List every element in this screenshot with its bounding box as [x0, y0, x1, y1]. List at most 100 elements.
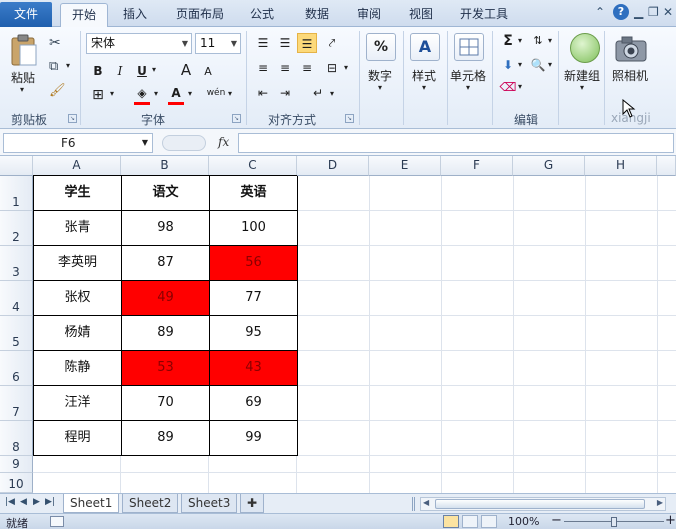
row-header-9[interactable]: 9	[0, 456, 33, 473]
fill-color-icon[interactable]: ◈	[132, 83, 152, 105]
column-header-i[interactable]	[657, 156, 676, 176]
fill-color-dropdown-icon[interactable]: ▾	[154, 89, 158, 98]
paste-dropdown-icon[interactable]: ▾	[20, 85, 24, 94]
row-header-2[interactable]: 2	[0, 211, 33, 246]
table-cell-highlighted[interactable]: 49	[122, 281, 210, 316]
brush-icon[interactable]: 🖌	[49, 83, 66, 98]
table-cell-highlighted[interactable]: 53	[122, 351, 210, 386]
table-header-cell[interactable]: 学生	[34, 176, 122, 211]
next-sheet-icon[interactable]: ▶	[33, 497, 40, 507]
table-cell[interactable]: 77	[210, 281, 298, 316]
bold-button[interactable]: B	[88, 61, 108, 81]
zoom-in-icon[interactable]: +	[665, 513, 676, 528]
column-header-e[interactable]: E	[369, 156, 441, 176]
scroll-left-icon[interactable]: ◀	[423, 498, 429, 507]
table-cell[interactable]: 程明	[34, 421, 122, 456]
row-header-7[interactable]: 7	[0, 386, 33, 421]
row-header-10[interactable]: 10	[0, 473, 33, 493]
align-top-icon[interactable]: ☰	[253, 33, 273, 53]
restore-icon[interactable]: ❐	[648, 5, 659, 19]
wrap-text-icon[interactable]: ↵	[308, 83, 328, 103]
row-header-8[interactable]: 8	[0, 421, 33, 456]
table-cell[interactable]: 98	[122, 211, 210, 246]
tab-page-layout[interactable]: 页面布局	[168, 3, 232, 27]
last-sheet-icon[interactable]: ▶|	[45, 497, 55, 507]
tab-insert[interactable]: 插入	[115, 3, 155, 27]
horizontal-scrollbar[interactable]: ◀ ▶	[420, 497, 666, 511]
collapse-ribbon-icon[interactable]: ⌃	[595, 5, 605, 19]
font-name-combo[interactable]: 宋体 ▼	[86, 33, 192, 54]
underline-dropdown-icon[interactable]: ▾	[152, 65, 156, 74]
column-header-g[interactable]: G	[513, 156, 585, 176]
insert-sheet-icon[interactable]: ✚	[240, 494, 264, 513]
sheet-tab-1[interactable]: Sheet1	[63, 494, 120, 513]
table-header-cell[interactable]: 语文	[122, 176, 210, 211]
clear-icon[interactable]: ⌫	[498, 77, 518, 97]
column-header-b[interactable]: B	[121, 156, 209, 176]
border-icon[interactable]: ⊞	[88, 85, 108, 105]
minimize-icon[interactable]: ▁	[634, 5, 643, 19]
macro-record-icon[interactable]	[50, 516, 64, 527]
sum-dropdown-icon[interactable]: ▾	[518, 36, 522, 45]
sort-dropdown-icon[interactable]: ▾	[548, 36, 552, 45]
percent-icon[interactable]: %	[366, 33, 396, 61]
tab-data[interactable]: 数据	[297, 3, 337, 27]
new-group-icon[interactable]	[570, 33, 600, 63]
column-header-a[interactable]: A	[33, 156, 121, 176]
font-color-icon[interactable]: A	[166, 83, 186, 105]
fx-icon[interactable]: fx	[218, 135, 229, 149]
zoom-out-icon[interactable]: −	[551, 513, 562, 528]
copy-dropdown-icon[interactable]: ▾	[66, 61, 70, 70]
orientation-icon[interactable]: ⤤	[322, 33, 342, 53]
row-header-6[interactable]: 6	[0, 351, 33, 386]
table-cell-highlighted[interactable]: 43	[210, 351, 298, 386]
border-dropdown-icon[interactable]: ▾	[110, 89, 114, 98]
fill-dropdown-icon[interactable]: ▾	[518, 60, 522, 69]
table-cell[interactable]: 95	[210, 316, 298, 351]
sort-filter-icon[interactable]: ⇅	[528, 31, 548, 51]
clear-dropdown-icon[interactable]: ▾	[518, 82, 522, 91]
scroll-right-icon[interactable]: ▶	[657, 498, 663, 507]
align-bottom-icon[interactable]: ☰	[297, 33, 317, 53]
clipboard-launcher-icon[interactable]: ↘	[68, 114, 77, 123]
table-cell[interactable]: 张青	[34, 211, 122, 246]
table-cell[interactable]: 张权	[34, 281, 122, 316]
tab-home[interactable]: 开始	[60, 3, 108, 28]
table-cell[interactable]: 李英明	[34, 246, 122, 281]
alignment-launcher-icon[interactable]: ↘	[345, 114, 354, 123]
formula-expand-handle[interactable]	[162, 135, 206, 151]
normal-view-icon[interactable]	[443, 515, 459, 528]
tab-file[interactable]: 文件	[0, 2, 52, 27]
page-layout-view-icon[interactable]	[462, 515, 478, 528]
tab-formulas[interactable]: 公式	[242, 3, 282, 27]
table-cell[interactable]: 69	[210, 386, 298, 421]
cells-icon[interactable]	[454, 33, 484, 61]
font-launcher-icon[interactable]: ↘	[232, 114, 241, 123]
table-cell[interactable]: 陈静	[34, 351, 122, 386]
grow-font-button[interactable]: A	[176, 60, 196, 80]
italic-button[interactable]: I	[110, 61, 130, 81]
phonetic-dropdown-icon[interactable]: ▾	[228, 89, 232, 98]
row-header-5[interactable]: 5	[0, 316, 33, 351]
align-middle-icon[interactable]: ☰	[275, 33, 295, 53]
styles-button[interactable]: 样式	[412, 67, 436, 84]
sheet-tab-2[interactable]: Sheet2	[122, 494, 179, 513]
column-header-h[interactable]: H	[585, 156, 657, 176]
column-header-f[interactable]: F	[441, 156, 513, 176]
row-header-4[interactable]: 4	[0, 281, 33, 316]
find-icon[interactable]: 🔍	[528, 55, 548, 75]
table-cell-highlighted[interactable]: 56	[210, 246, 298, 281]
styles-dropdown-icon[interactable]: ▾	[422, 83, 426, 92]
worksheet-grid[interactable]: A B C D E F G H 1 2 3 4 5 6 7 8 9 10 学生 …	[0, 156, 676, 493]
close-icon[interactable]: ✕	[663, 5, 673, 19]
column-header-c[interactable]: C	[209, 156, 297, 176]
row-header-1[interactable]: 1	[0, 176, 33, 211]
decrease-indent-icon[interactable]: ⇤	[253, 83, 273, 103]
phonetic-icon[interactable]: wén	[206, 83, 226, 103]
cells-dropdown-icon[interactable]: ▾	[466, 83, 470, 92]
prev-sheet-icon[interactable]: ◀	[20, 497, 27, 507]
zoom-slider-thumb[interactable]	[611, 517, 617, 527]
align-right-icon[interactable]: ≡	[297, 58, 317, 78]
sheet-tab-3[interactable]: Sheet3	[181, 494, 238, 513]
styles-icon[interactable]: A	[410, 33, 440, 61]
